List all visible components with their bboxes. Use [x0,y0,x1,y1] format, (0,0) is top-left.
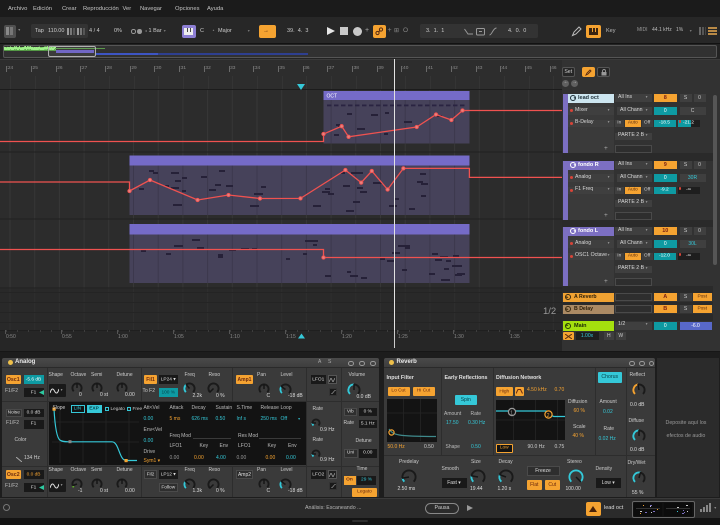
svg-text:2: 2 [547,413,550,419]
svg-text:OCT: OCT [327,94,338,100]
svg-text:1: 1 [510,411,513,417]
